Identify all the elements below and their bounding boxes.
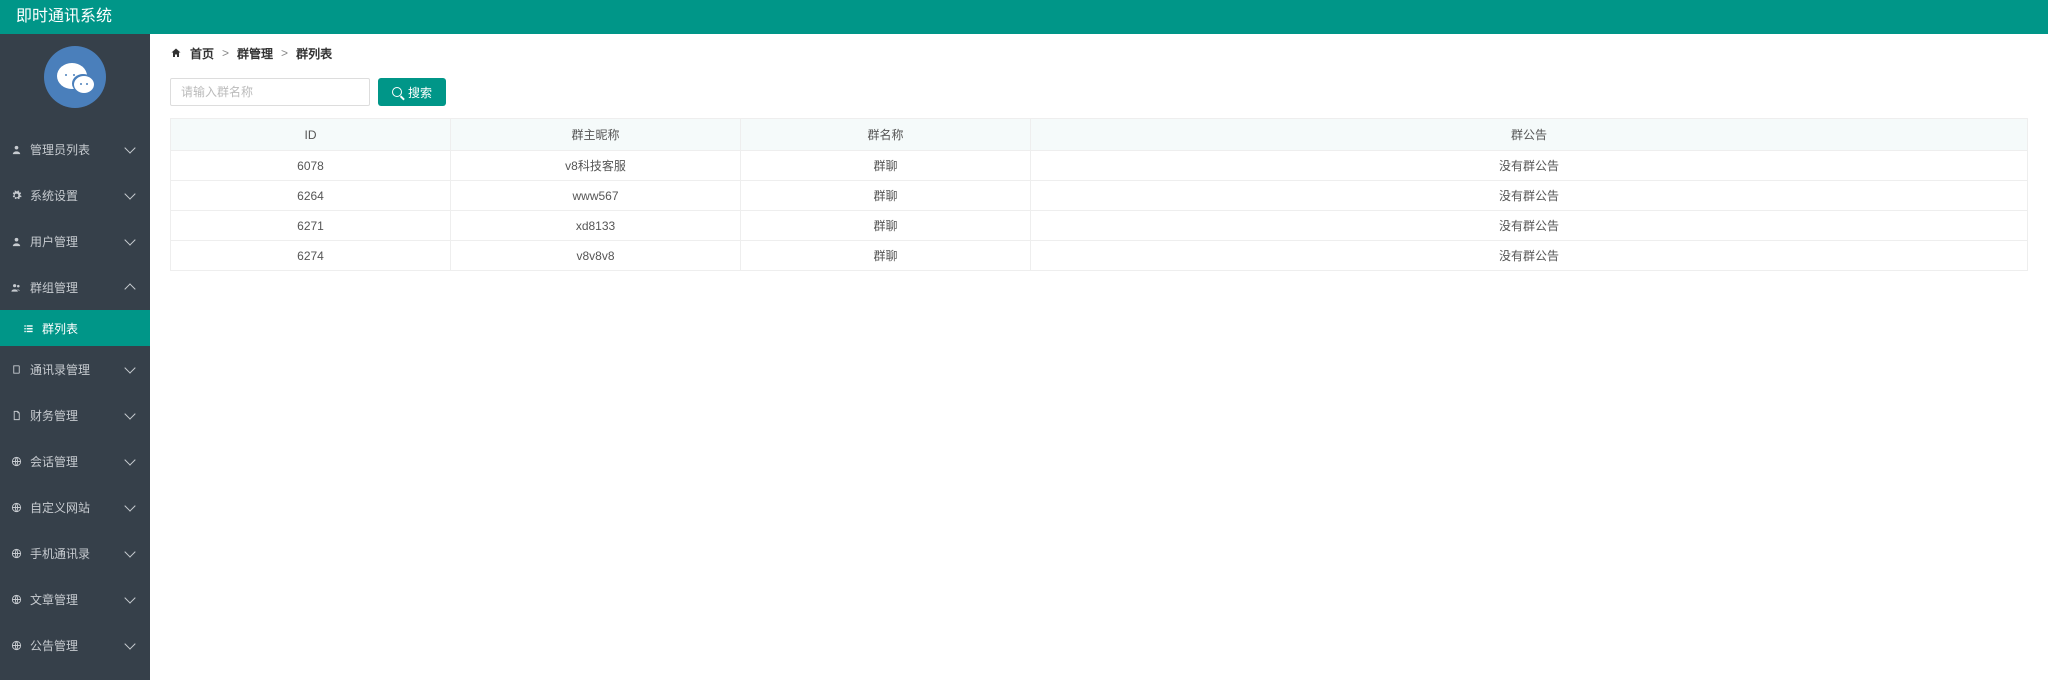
chevron-up-icon — [124, 283, 135, 294]
cell-name: 群聊 — [741, 151, 1031, 181]
col-name: 群名称 — [741, 119, 1031, 151]
cell-notice: 没有群公告 — [1031, 151, 2028, 181]
globe-icon — [10, 548, 22, 559]
user-icon — [10, 236, 22, 247]
col-notice: 群公告 — [1031, 119, 2028, 151]
chevron-down-icon — [124, 546, 135, 557]
search-icon — [392, 87, 402, 97]
cell-id: 6274 — [171, 241, 451, 271]
sidebar-item-label: 手机通讯录 — [30, 545, 90, 562]
main-content: 首页 > 群管理 > 群列表 搜索 ID 群主昵称 群名称 群公告 — [150, 34, 2048, 680]
sidebar-item-website[interactable]: 自定义网站 — [0, 484, 150, 530]
group-table: ID 群主昵称 群名称 群公告 6078 v8科技客服 群聊 没有群公告 626… — [170, 118, 2028, 271]
col-owner: 群主昵称 — [451, 119, 741, 151]
globe-icon — [10, 502, 22, 513]
cell-notice: 没有群公告 — [1031, 211, 2028, 241]
cell-owner: www567 — [451, 181, 741, 211]
breadcrumb-sep: > — [281, 46, 288, 60]
sidebar-item-system[interactable]: 系统设置 — [0, 172, 150, 218]
cell-id: 6271 — [171, 211, 451, 241]
users-icon — [10, 282, 22, 293]
sidebar-item-phone-contacts[interactable]: 手机通讯录 — [0, 530, 150, 576]
cell-owner: v8科技客服 — [451, 151, 741, 181]
breadcrumb-current: 群列表 — [296, 45, 332, 62]
sidebar-item-finance[interactable]: 财务管理 — [0, 392, 150, 438]
sidebar-item-groups[interactable]: 群组管理 — [0, 264, 150, 310]
list-icon — [22, 323, 34, 334]
breadcrumb-home[interactable]: 首页 — [190, 45, 214, 62]
cell-name: 群聊 — [741, 181, 1031, 211]
sidebar-item-label: 管理员列表 — [30, 141, 90, 158]
table-row[interactable]: 6264 www567 群聊 没有群公告 — [171, 181, 2028, 211]
sidebar-item-sessions[interactable]: 会话管理 — [0, 438, 150, 484]
sidebar-item-users[interactable]: 用户管理 — [0, 218, 150, 264]
cell-id: 6078 — [171, 151, 451, 181]
sidebar-item-label: 通讯录管理 — [30, 361, 90, 378]
logo — [0, 34, 150, 126]
cell-owner: xd8133 — [451, 211, 741, 241]
chevron-down-icon — [124, 638, 135, 649]
app-title: 即时通讯系统 — [16, 8, 112, 25]
user-icon — [10, 144, 22, 155]
chevron-down-icon — [124, 234, 135, 245]
table-row[interactable]: 6271 xd8133 群聊 没有群公告 — [171, 211, 2028, 241]
cell-name: 群聊 — [741, 241, 1031, 271]
doc-icon — [10, 410, 22, 421]
sidebar-item-label: 系统设置 — [30, 187, 78, 204]
breadcrumb: 首页 > 群管理 > 群列表 — [150, 34, 2048, 72]
sidebar-item-announcement[interactable]: 公告管理 — [0, 622, 150, 668]
search-button-label: 搜索 — [408, 84, 432, 101]
cell-notice: 没有群公告 — [1031, 241, 2028, 271]
sidebar-item-label: 用户管理 — [30, 233, 78, 250]
sidebar-item-admins[interactable]: 管理员列表 — [0, 126, 150, 172]
sidebar-item-label: 财务管理 — [30, 407, 78, 424]
chevron-down-icon — [124, 142, 135, 153]
app-header: 即时通讯系统 — [0, 0, 2048, 34]
search-input[interactable] — [170, 78, 370, 106]
gear-icon — [10, 190, 22, 201]
col-id: ID — [171, 119, 451, 151]
sidebar-item-contacts[interactable]: 通讯录管理 — [0, 346, 150, 392]
globe-icon — [10, 456, 22, 467]
table-row[interactable]: 6078 v8科技客服 群聊 没有群公告 — [171, 151, 2028, 181]
breadcrumb-section[interactable]: 群管理 — [237, 45, 273, 62]
sidebar-item-label: 文章管理 — [30, 591, 78, 608]
breadcrumb-sep: > — [222, 46, 229, 60]
sidebar: 管理员列表 系统设置 用户管理 — [0, 34, 150, 680]
chevron-down-icon — [124, 188, 135, 199]
chevron-down-icon — [124, 454, 135, 465]
sidebar-item-article[interactable]: 文章管理 — [0, 576, 150, 622]
chevron-down-icon — [124, 500, 135, 511]
chevron-down-icon — [124, 362, 135, 373]
chevron-down-icon — [124, 592, 135, 603]
sidebar-subitem-group-list[interactable]: 群列表 — [0, 310, 150, 346]
chevron-down-icon — [124, 408, 135, 419]
book-icon — [10, 364, 22, 375]
sidebar-item-label: 公告管理 — [30, 637, 78, 654]
sidebar-item-label: 群组管理 — [30, 279, 78, 296]
cell-id: 6264 — [171, 181, 451, 211]
sidebar-item-label: 会话管理 — [30, 453, 78, 470]
search-button[interactable]: 搜索 — [378, 78, 446, 106]
globe-icon — [10, 640, 22, 651]
sidebar-item-label: 自定义网站 — [30, 499, 90, 516]
cell-notice: 没有群公告 — [1031, 181, 2028, 211]
table-row[interactable]: 6274 v8v8v8 群聊 没有群公告 — [171, 241, 2028, 271]
globe-icon — [10, 594, 22, 605]
cell-owner: v8v8v8 — [451, 241, 741, 271]
home-icon — [170, 47, 182, 59]
cell-name: 群聊 — [741, 211, 1031, 241]
sidebar-subitem-label: 群列表 — [42, 320, 78, 337]
